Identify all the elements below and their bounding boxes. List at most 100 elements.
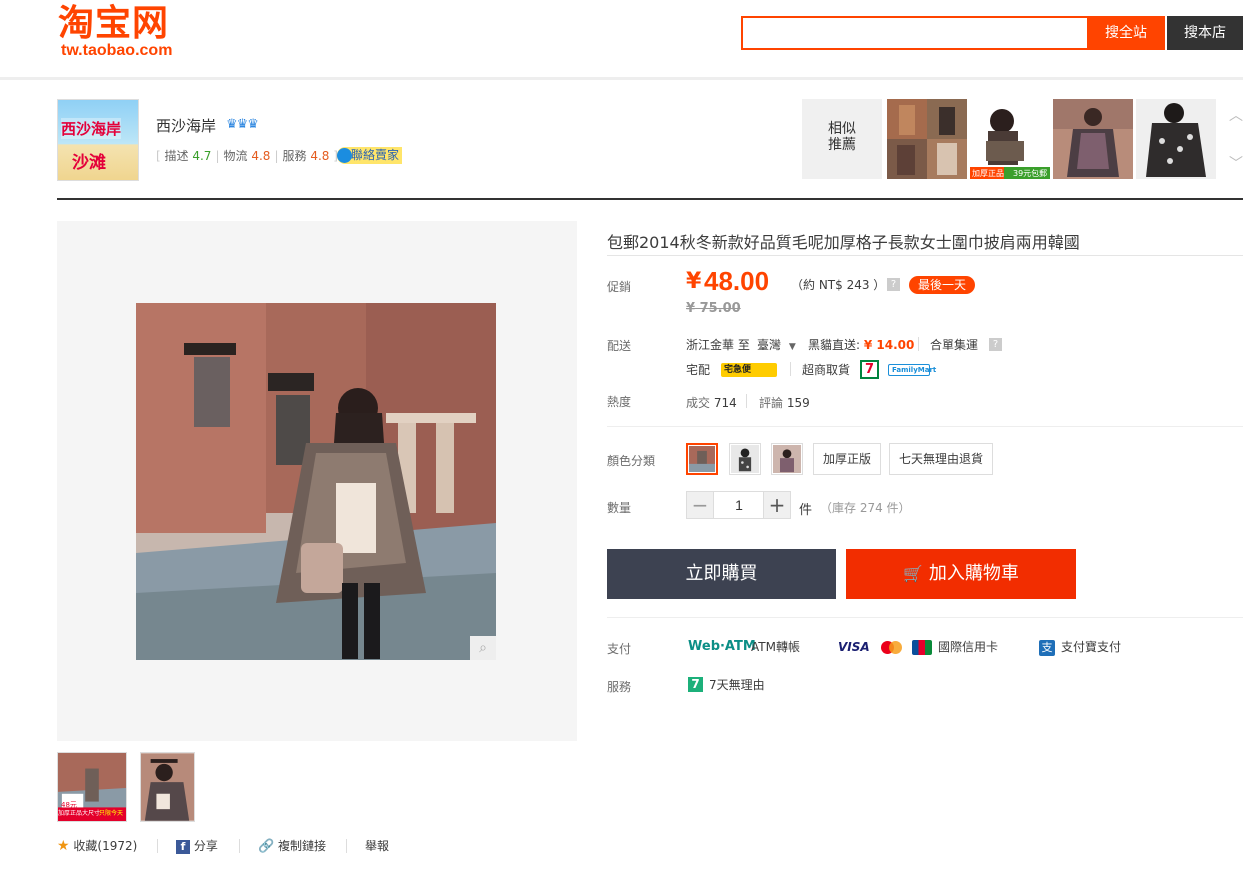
- sku-option-3[interactable]: [771, 443, 803, 475]
- seven-eleven-icon: 7: [860, 360, 879, 379]
- quantity-input[interactable]: [714, 491, 764, 519]
- consolidate-shipping[interactable]: 合單集運: [930, 336, 978, 353]
- review-stat[interactable]: 評論 159: [759, 394, 810, 411]
- promo-price: 48.00: [704, 266, 770, 296]
- familymart-icon: FamilyMart: [888, 364, 936, 376]
- help-icon[interactable]: ?: [989, 338, 1002, 351]
- thumb-badge: 只限今天: [99, 810, 124, 817]
- takkyubin-logo: 宅急便: [721, 363, 777, 377]
- visa-icon: VISA: [838, 640, 870, 654]
- sold-stat: 成交 714: [686, 394, 737, 411]
- divider: [346, 839, 347, 853]
- quantity-unit: 件: [799, 503, 813, 518]
- service-label: 服務: [607, 680, 632, 694]
- shop-name[interactable]: 西沙海岸: [156, 115, 216, 136]
- caret-down-icon: ▼: [788, 342, 796, 352]
- sold-count: 714: [713, 396, 737, 410]
- star-icon: ★: [57, 838, 70, 854]
- review-count: 159: [786, 396, 810, 410]
- score-label-desc: 描述: [164, 149, 189, 163]
- divider: |: [215, 149, 220, 163]
- product-title: 包郵2014秋冬新款好品質毛呢加厚格子長款女士圍巾披肩兩用韓國: [607, 233, 1080, 252]
- sku-option-1[interactable]: [686, 443, 718, 475]
- last-day-badge: 最後一天: [909, 276, 976, 294]
- section-divider: [607, 617, 1243, 618]
- score-label-logistics: 物流: [223, 149, 248, 163]
- score-value-service: 4.8: [310, 149, 330, 163]
- intl-credit-card: 國際信用卡: [938, 640, 999, 654]
- divider: [918, 337, 919, 351]
- zoom-icon[interactable]: ⌕: [470, 636, 496, 660]
- gallery-thumb[interactable]: [140, 752, 195, 822]
- score-label-service: 服務: [282, 149, 307, 163]
- price-approx-ntd: （約 NT$ 243 ）: [791, 278, 886, 292]
- thumb-badge: 加厚正品大尺寸: [58, 810, 101, 817]
- title-divider: [607, 255, 1243, 256]
- payment-label: 支付: [607, 642, 632, 656]
- crown-rating-icon: ♛♛♛: [226, 117, 259, 132]
- jcb-icon: [912, 640, 932, 655]
- ship-to-select[interactable]: 臺灣 ▼: [757, 336, 796, 353]
- recommend-label: 推薦: [828, 137, 856, 153]
- divider: |: [274, 149, 279, 163]
- recommend-badge: 39元包郵: [1013, 169, 1048, 178]
- bracket: [: [156, 149, 161, 163]
- thumb-price: 48元: [61, 801, 77, 809]
- recommend-badge: 加厚正品: [972, 169, 1004, 178]
- shop-logo-text-2: 沙滩: [72, 153, 106, 173]
- help-icon[interactable]: ?: [887, 278, 900, 291]
- contact-seller-button[interactable]: 聯絡賣家: [337, 147, 403, 164]
- search-shop-button[interactable]: 搜本店: [1167, 16, 1243, 50]
- divider: [790, 362, 791, 376]
- sku-option-7day-return[interactable]: 七天無理由退貨: [889, 443, 994, 475]
- share-label: 分享: [193, 839, 218, 853]
- chevron-down-icon[interactable]: ﹀: [1229, 153, 1243, 173]
- seven-day-return[interactable]: 7天無理由: [709, 677, 765, 693]
- direct-price: ¥ 14.00: [863, 338, 915, 352]
- sku-option-2[interactable]: [729, 443, 761, 475]
- recommend-thumb[interactable]: [1136, 99, 1216, 179]
- header-divider: [0, 77, 1243, 80]
- copy-link-label: 複制鏈接: [278, 839, 327, 853]
- score-value-desc: 4.7: [192, 149, 212, 163]
- direct-shipping: 黑貓直送: ¥ 14.00: [808, 336, 914, 353]
- sku-option-thick[interactable]: 加厚正版: [813, 443, 882, 475]
- copy-link[interactable]: 🔗 複制鏈接: [258, 838, 326, 855]
- delivery-label: 配送: [607, 339, 632, 353]
- buy-now-button[interactable]: 立即購買: [607, 549, 836, 599]
- add-to-cart-button[interactable]: 🛒 加入購物車: [846, 549, 1076, 599]
- search-all-button[interactable]: 搜全站: [1087, 16, 1165, 50]
- ship-from: 浙江金華 至: [686, 338, 750, 352]
- home-delivery-label: 宅配: [686, 363, 711, 377]
- add-cart-label: 加入購物車: [928, 563, 1019, 584]
- quantity-label: 數量: [607, 501, 632, 515]
- quantity-decrease-button[interactable]: −: [686, 491, 714, 519]
- taobao-logo[interactable]: 淘宝网: [58, 4, 169, 44]
- divider: [239, 839, 240, 853]
- section-divider: [607, 426, 1243, 427]
- recommend-thumb[interactable]: [887, 99, 967, 179]
- report-link[interactable]: 舉報: [365, 838, 389, 854]
- ship-to-value: 臺灣: [757, 338, 782, 352]
- share-link[interactable]: f 分享: [176, 838, 218, 854]
- price-currency: ¥: [686, 269, 702, 294]
- seven-day-return-icon: 7: [688, 677, 703, 692]
- stock-count: （庫存 274 件）: [820, 501, 911, 515]
- favorite-link[interactable]: ★ 收藏(1972): [57, 838, 137, 854]
- recommend-thumb[interactable]: [970, 99, 1050, 179]
- main-product-image[interactable]: [136, 303, 496, 660]
- mastercard-icon: [879, 641, 903, 655]
- similar-recommend-button[interactable]: 相似 推薦: [802, 99, 882, 179]
- alipay-payment: 支付寶支付: [1061, 640, 1122, 654]
- facebook-icon: f: [176, 840, 190, 854]
- favorite-label: 收藏(1972): [73, 839, 138, 853]
- quantity-increase-button[interactable]: +: [763, 491, 791, 519]
- chevron-up-icon[interactable]: ︿: [1229, 105, 1243, 125]
- recommend-thumb[interactable]: [1053, 99, 1133, 179]
- alipay-icon: 支: [1039, 640, 1055, 656]
- shop-scores: [ 描述 4.7 | 物流 4.8 | 服務 4.8 ]: [156, 147, 338, 164]
- heat-label: 熱度: [607, 395, 632, 409]
- shop-logo[interactable]: 西沙海岸 沙滩: [57, 99, 139, 181]
- promo-label: 促銷: [607, 280, 632, 294]
- search-input[interactable]: [741, 16, 1087, 50]
